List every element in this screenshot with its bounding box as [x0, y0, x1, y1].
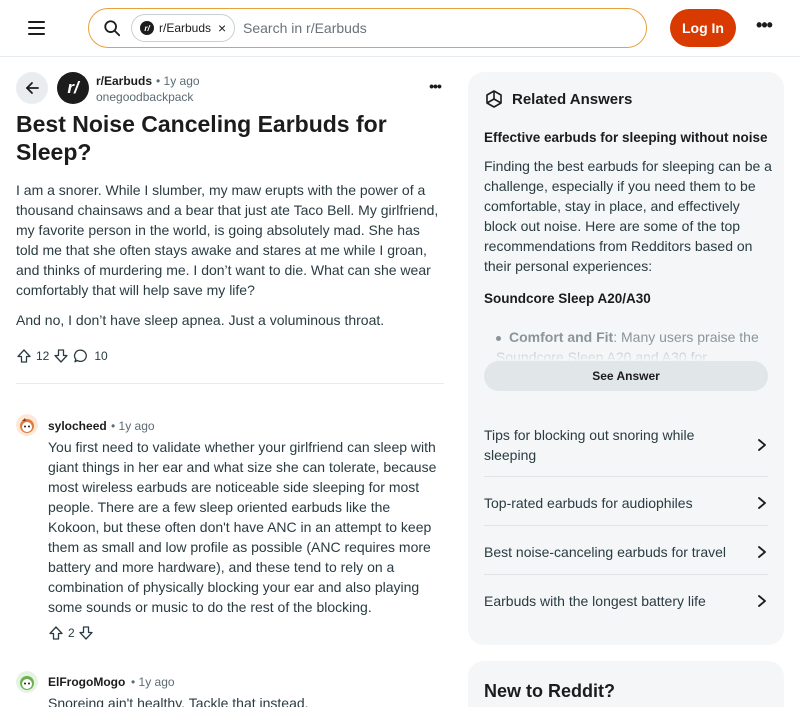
search-icon: [104, 20, 121, 37]
upvote-icon: [17, 349, 31, 363]
comment-body: You first need to validate whether your …: [48, 439, 437, 615]
chip-label: r/Earbuds: [159, 21, 212, 35]
comment-username[interactable]: sylocheed: [48, 419, 107, 433]
see-answer-button[interactable]: See Answer: [484, 361, 768, 391]
comments-button[interactable]: 10: [73, 348, 108, 364]
comment-count: 10: [94, 349, 108, 363]
chevron-right-icon: [758, 439, 766, 451]
divider: [484, 476, 768, 477]
post-more-options-icon[interactable]: •••: [424, 78, 446, 98]
subreddit-avatar-icon: r/: [140, 21, 154, 35]
answers-icon: [486, 90, 502, 108]
comment-age: • 1y ago: [111, 419, 155, 433]
related-question-link[interactable]: Tips for blocking out snoring while slee…: [484, 423, 768, 467]
post-body: I am a snorer. While I slumber, my maw e…: [16, 180, 444, 340]
related-question-label: Top-rated earbuds for audiophiles: [484, 495, 693, 511]
post-author[interactable]: onegoodbackpack: [96, 90, 193, 104]
commenter-avatar[interactable]: [16, 414, 38, 436]
more-options-icon[interactable]: •••: [750, 16, 778, 40]
post-age: • 1y ago: [156, 74, 200, 88]
login-button[interactable]: Log In: [670, 9, 736, 47]
text-fade: [484, 340, 774, 362]
chevron-right-icon: [758, 497, 766, 509]
answer-question: Effective earbuds for sleeping without n…: [484, 130, 768, 145]
answer-section-heading: Soundcore Sleep A20/A30: [484, 291, 651, 306]
post-paragraph: And no, I don’t have sleep apnea. Just a…: [16, 312, 385, 328]
subreddit-search-chip[interactable]: r/ r/Earbuds ×: [131, 14, 236, 42]
related-question-label: Tips for blocking out snoring while slee…: [484, 427, 695, 463]
new-to-reddit-card: New to Reddit?: [468, 661, 784, 707]
search-input[interactable]: [243, 18, 623, 38]
post-paragraph: I am a snorer. While I slumber, my maw e…: [16, 182, 439, 298]
sidebar-title: Related Answers: [512, 90, 633, 108]
divider: [484, 525, 768, 526]
back-button[interactable]: [16, 72, 48, 104]
comment-vote-count: 2: [68, 626, 75, 640]
comment-icon: [74, 349, 88, 363]
comment-actions: 2: [48, 624, 94, 642]
arrow-left-icon: [26, 82, 39, 94]
close-icon[interactable]: ×: [218, 21, 226, 35]
subreddit-avatar[interactable]: r/: [57, 72, 89, 104]
new-to-reddit-title: New to Reddit?: [484, 681, 615, 701]
divider: [16, 383, 444, 384]
chevron-right-icon: [758, 546, 766, 558]
comment-body: Snoreing ain't healthy. Tackle that inst…: [48, 695, 309, 707]
downvote-icon[interactable]: [78, 625, 94, 641]
related-answers-header: Related Answers: [484, 89, 632, 109]
answer-text: Finding the best earbuds for sleeping ca…: [484, 158, 772, 274]
comment-username[interactable]: ElFrogoMogo: [48, 675, 125, 689]
commenter-avatar[interactable]: [16, 671, 38, 693]
related-question-label: Best noise-canceling earbuds for travel: [484, 544, 727, 560]
upvote-icon[interactable]: [48, 625, 64, 641]
post-actions: 12 10: [16, 346, 108, 366]
snoo-avatar-icon: [16, 414, 38, 436]
search-bar[interactable]: r/ r/Earbuds ×: [88, 8, 647, 48]
related-question-link[interactable]: Best noise-canceling earbuds for travel: [484, 542, 768, 562]
downvote-button[interactable]: [53, 348, 69, 364]
related-answers-card: Related Answers Effective earbuds for sl…: [468, 72, 784, 645]
upvote-count: 12: [36, 349, 50, 363]
hamburger-menu-icon[interactable]: [20, 14, 52, 42]
related-question-label: Earbuds with the longest battery life: [484, 593, 706, 609]
post-title: Best Noise Canceling Earbuds for Sleep?: [16, 111, 387, 165]
comment-age: • 1y ago: [131, 675, 175, 689]
upvote-button[interactable]: [16, 348, 32, 364]
top-header: r/ r/Earbuds × Log In •••: [0, 0, 800, 57]
divider: [484, 574, 768, 575]
downvote-icon: [54, 349, 69, 363]
related-question-link[interactable]: Top-rated earbuds for audiophiles: [484, 493, 768, 513]
chevron-right-icon: [758, 595, 766, 607]
subreddit-link[interactable]: r/Earbuds: [96, 74, 152, 88]
snoo-avatar-icon: [16, 671, 38, 693]
related-question-link[interactable]: Earbuds with the longest battery life: [484, 591, 768, 611]
